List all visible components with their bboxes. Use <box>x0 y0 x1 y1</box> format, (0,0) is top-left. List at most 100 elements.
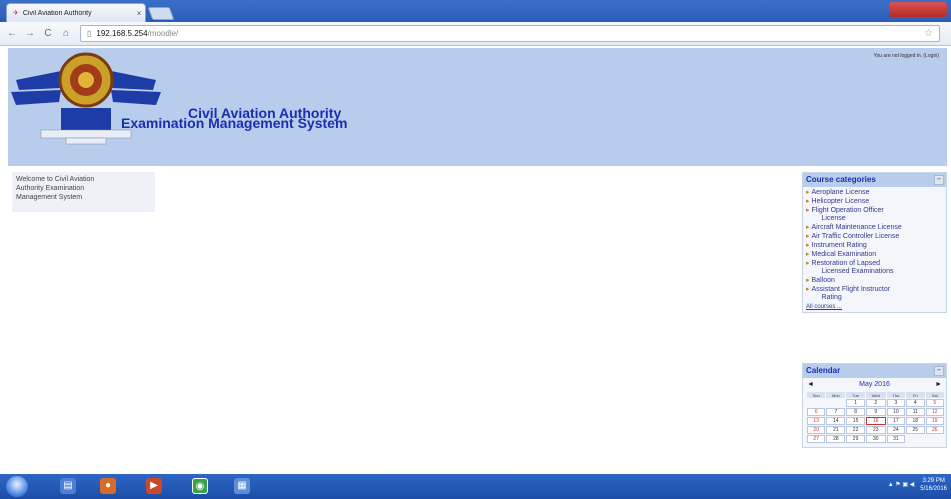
back-icon[interactable]: ← <box>6 28 18 39</box>
start-button[interactable] <box>6 476 28 497</box>
forward-icon[interactable]: → <box>24 28 36 39</box>
login-info[interactable]: You are not logged in. (Login) <box>874 53 939 59</box>
calendar-nav: ◄ May 2016 ► <box>803 378 946 391</box>
calendar-day[interactable]: 28 <box>826 435 846 443</box>
calendar-day[interactable]: 23 <box>865 426 886 434</box>
folder-icon: ▸ <box>806 224 810 231</box>
calendar-day[interactable]: 13 <box>807 417 826 425</box>
calendar-day[interactable]: 18 <box>906 417 925 425</box>
calendar-day[interactable]: 20 <box>807 426 826 434</box>
tab-close-icon[interactable]: × <box>133 9 145 18</box>
player-icon[interactable]: ▶ <box>146 478 162 494</box>
calendar-day[interactable]: 1 <box>846 399 865 407</box>
calendar-day[interactable]: 17 <box>886 417 906 425</box>
calendar-empty-cell <box>807 399 825 407</box>
category-item[interactable]: ▸ Aircraft Maintenance License <box>806 224 943 232</box>
window-close-button[interactable] <box>889 2 947 17</box>
calendar-day[interactable]: 9 <box>865 408 886 416</box>
all-courses-link[interactable]: All courses ... <box>803 304 946 312</box>
calendar-day[interactable]: 6 <box>807 408 826 416</box>
calendar-week: 12345 <box>807 399 944 407</box>
favicon-icon: ✈ <box>13 10 19 17</box>
calendar-day[interactable]: 11 <box>906 408 925 416</box>
welcome-line2: Authority Examination <box>16 185 85 192</box>
welcome-block: Welcome to Civil Aviation Authority Exam… <box>12 172 155 212</box>
weekday-header: Thu <box>886 392 906 398</box>
calendar-day[interactable]: 2 <box>865 399 886 407</box>
home-icon[interactable]: ⌂ <box>60 28 72 39</box>
calendar-day[interactable]: 4 <box>906 399 925 407</box>
calendar-day[interactable]: 29 <box>846 435 865 443</box>
clock-date: 5/16/2016 <box>920 486 947 492</box>
folder-icon: ▸ <box>806 207 810 214</box>
browser-toolbar: ← → C ⌂ ▯ 192.168.5.254/moodle/ ☆ <box>0 22 951 46</box>
calendar-day[interactable]: 14 <box>826 417 846 425</box>
next-month-icon[interactable]: ► <box>935 381 942 388</box>
calendar-day[interactable]: 31 <box>886 435 906 443</box>
reload-icon[interactable]: C <box>42 28 54 39</box>
category-item[interactable]: ▸ Assistant Flight Instructor Rating <box>806 286 943 302</box>
calendar-day[interactable]: 26 <box>925 426 944 434</box>
new-tab-button[interactable] <box>147 7 175 20</box>
explorer-icon[interactable]: ▤ <box>60 478 76 494</box>
calendar-day[interactable]: 24 <box>886 426 906 434</box>
course-categories-block: Course categories – ▸ Aeroplane License ▸… <box>802 172 947 313</box>
welcome-line3: Management System <box>16 194 83 201</box>
weekday-header: Sat <box>925 392 944 398</box>
media-icon[interactable]: ● <box>100 478 116 494</box>
calendar-day[interactable]: 12 <box>925 408 944 416</box>
category-item[interactable]: ▸ Restoration of Lapsed Licensed Examinati… <box>806 260 943 276</box>
calendar-week: 20 21 22 23 24 25 26 <box>807 426 944 434</box>
clock-time: 3:29 PM <box>922 478 945 484</box>
address-bar[interactable]: ▯ 192.168.5.254/moodle/ ☆ <box>80 25 940 42</box>
calendar-day[interactable]: 25 <box>906 426 925 434</box>
calendar-day[interactable]: 10 <box>886 408 906 416</box>
hide-block-icon[interactable]: – <box>934 175 944 185</box>
calendar-header: Calendar – <box>803 364 946 378</box>
browser-tab[interactable]: ✈ Civil Aviation Authority × <box>6 3 146 22</box>
calendar-day[interactable]: 27 <box>807 435 826 443</box>
calendar-day[interactable]: 22 <box>846 426 865 434</box>
prev-month-icon[interactable]: ◄ <box>807 381 814 388</box>
bookmark-star-icon[interactable]: ☆ <box>924 28 933 39</box>
category-item[interactable]: ▸ Flight Operation Officer License <box>806 207 943 223</box>
course-categories-title: Course categories <box>806 175 876 184</box>
folder-icon: ▸ <box>806 242 810 249</box>
site-title-line2: Examination Management System <box>121 115 348 131</box>
calendar-day[interactable]: 19 <box>925 417 944 425</box>
calendar-empty-cell <box>906 435 924 443</box>
category-item[interactable]: ▸ Air Traffic Controller License <box>806 233 943 241</box>
calendar-day[interactable]: 21 <box>826 426 846 434</box>
windows-taskbar: ▤ ● ▶ ◉ ▦ ▲ ⚑ ▣ ◀ 3:29 PM 5/16/2016 <box>0 474 951 499</box>
category-label: Instrument Rating <box>811 242 867 249</box>
hide-block-icon[interactable]: – <box>934 366 944 376</box>
category-item[interactable]: ▸ Instrument Rating <box>806 242 943 250</box>
calendar-day[interactable]: 5 <box>925 399 944 407</box>
weekday-header: Wed <box>865 392 886 398</box>
calendar-day[interactable]: 15 <box>846 417 865 425</box>
chrome-icon[interactable]: ◉ <box>192 478 208 494</box>
calendar-day[interactable]: 8 <box>846 408 865 416</box>
category-label: Balloon <box>811 277 835 284</box>
category-item[interactable]: ▸ Aeroplane License <box>806 189 943 197</box>
calendar-day[interactable]: 30 <box>865 435 886 443</box>
calendar-day[interactable]: 3 <box>886 399 906 407</box>
welcome-line1: Welcome to Civil Aviation <box>16 176 95 183</box>
calendar-day[interactable]: 16 <box>865 417 886 425</box>
calendar-month[interactable]: May 2016 <box>859 381 890 388</box>
category-item[interactable]: ▸ Balloon <box>806 277 943 285</box>
course-categories-header: Course categories – <box>803 173 946 187</box>
calendar-title: Calendar <box>806 366 841 375</box>
calendar-day[interactable]: 7 <box>826 408 846 416</box>
calendar-grid: Sun Mon Tue Wed Thu Fri Sat 1 2 3 4 5 6 7 8 9 10 11 12 13 1… <box>806 391 945 444</box>
calendar-week: 6 7 8 9 10 11 12 <box>807 408 944 416</box>
tray-icons[interactable]: ▲ ⚑ ▣ ◀ <box>888 481 915 489</box>
category-item[interactable]: ▸ Medical Examination <box>806 251 943 259</box>
browser-tab-bar: ✈ Civil Aviation Authority × <box>0 0 951 22</box>
folder-icon: ▸ <box>806 277 810 284</box>
category-label-cont: License <box>821 215 846 222</box>
category-label: Medical Examination <box>811 251 877 258</box>
category-item[interactable]: ▸ Helicopter License <box>806 198 943 206</box>
network-icon[interactable]: ▦ <box>234 478 250 494</box>
clock[interactable]: 3:29 PM 5/16/2016 <box>920 477 947 493</box>
